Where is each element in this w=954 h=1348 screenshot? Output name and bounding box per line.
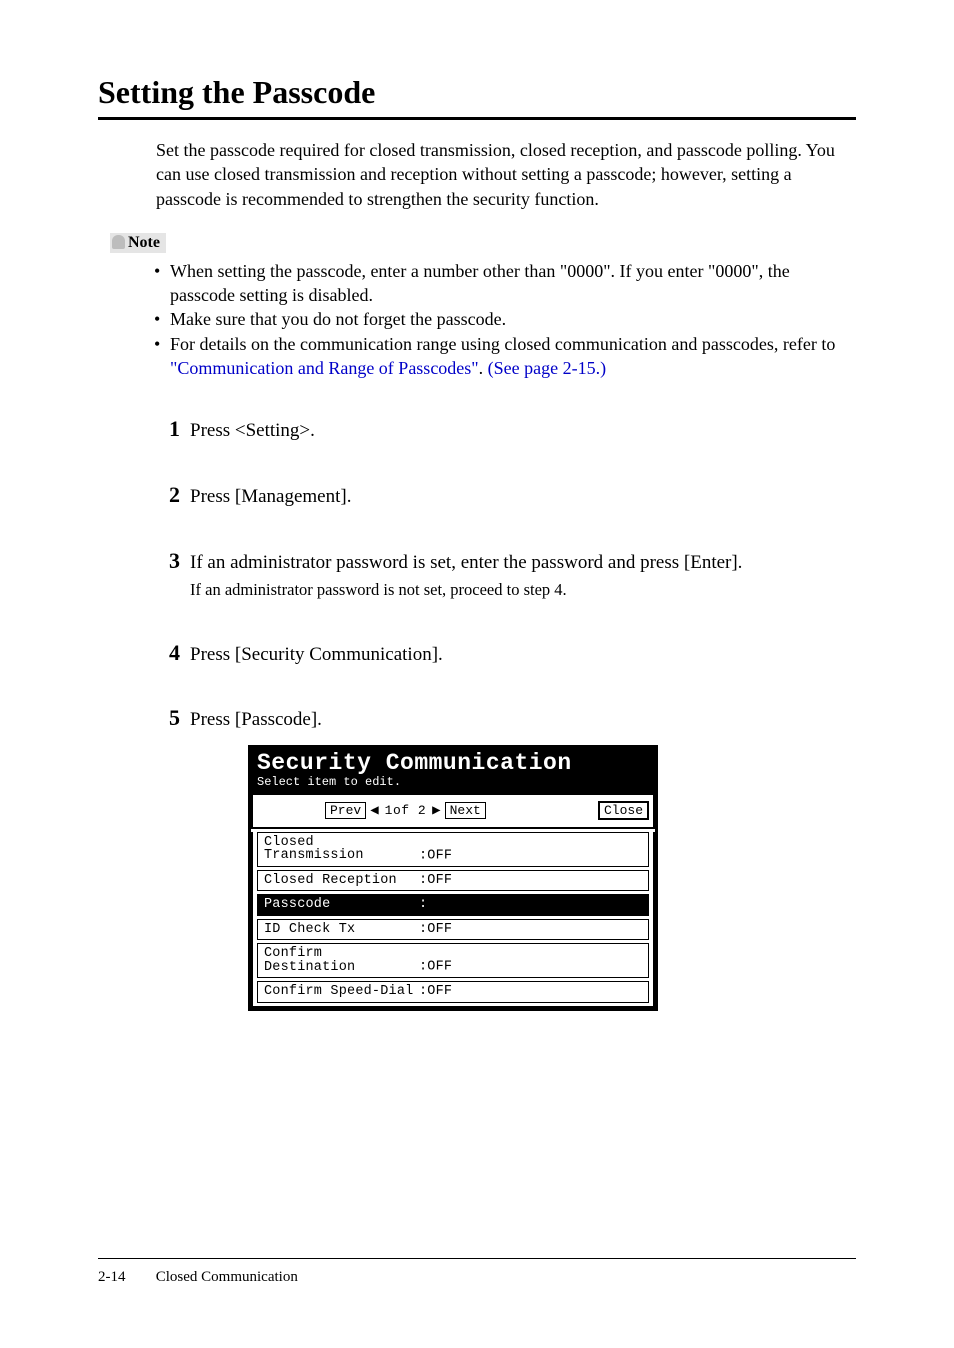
step: 4 Press [Security Communication]. (156, 640, 856, 668)
page-footer: 2-14 Closed Communication (98, 1258, 856, 1286)
menu-item-confirm-speed-dial[interactable]: Confirm Speed-Dial:OFF (257, 981, 649, 1003)
menu-label: Passcode (264, 898, 419, 912)
cross-reference-link[interactable]: "Communication and Range of Passcodes" (170, 358, 479, 378)
lcd-menu-list: Closed Transmission:OFF Closed Reception… (251, 832, 655, 1008)
step-text: If an administrator password is set, ent… (190, 550, 742, 576)
note-label-text: Note (128, 234, 160, 251)
note-item: For details on the communication range u… (170, 332, 856, 381)
step-subtext: If an administrator password is not set,… (190, 579, 742, 601)
step: 5 Press [Passcode]. (156, 705, 856, 733)
menu-label: Confirm Speed-Dial (264, 985, 419, 999)
menu-item-closed-transmission[interactable]: Closed Transmission:OFF (257, 832, 649, 867)
menu-value: :OFF (419, 873, 452, 888)
menu-value: :OFF (419, 848, 452, 863)
page-reference-link[interactable]: (See page 2-15.) (488, 358, 606, 378)
page-title: Setting the Passcode (98, 74, 856, 111)
step-number: 4 (156, 640, 180, 666)
menu-label: Confirm Destination (264, 947, 419, 974)
lcd-toolbar: Prev ◀ 1of 2 ▶ Next Close (251, 795, 655, 829)
step: 3 If an administrator password is set, e… (156, 548, 856, 602)
menu-label: Closed Reception (264, 874, 419, 888)
step-number: 5 (156, 705, 180, 731)
menu-item-confirm-destination[interactable]: Confirm Destination:OFF (257, 943, 649, 978)
note-heading: Note (110, 233, 856, 253)
menu-item-closed-reception[interactable]: Closed Reception:OFF (257, 870, 649, 892)
lcd-screenshot: Security Communication Select item to ed… (248, 745, 658, 1011)
note-list: When setting the passcode, enter a numbe… (170, 259, 856, 380)
step-text: Press <Setting>. (190, 418, 315, 444)
note-text: . (479, 358, 488, 378)
intro-paragraph: Set the passcode required for closed tra… (156, 138, 856, 211)
next-button[interactable]: Next (445, 802, 486, 819)
menu-value: :OFF (419, 922, 452, 937)
document-page: Setting the Passcode Set the passcode re… (0, 0, 954, 1348)
step-number: 1 (156, 416, 180, 442)
close-button[interactable]: Close (598, 801, 649, 820)
prev-button[interactable]: Prev (325, 802, 366, 819)
menu-label: ID Check Tx (264, 923, 419, 937)
note-item: Make sure that you do not forget the pas… (170, 307, 856, 331)
lcd-header: Security Communication Select item to ed… (251, 748, 655, 795)
step-number: 2 (156, 482, 180, 508)
arrow-left-icon: ◀ (370, 804, 378, 818)
step-number: 3 (156, 548, 180, 574)
note-icon (112, 235, 125, 249)
step-list: 1 Press <Setting>. 2 Press [Management].… (156, 416, 856, 1010)
title-rule (98, 117, 856, 120)
menu-value: : (419, 897, 427, 912)
step-text: Press [Security Communication]. (190, 642, 443, 668)
section-name: Closed Communication (156, 1269, 298, 1285)
menu-label: Closed Transmission (264, 836, 419, 863)
page-number: 2-14 (98, 1269, 152, 1286)
step-text: Press [Passcode]. (190, 707, 322, 733)
menu-item-id-check-tx[interactable]: ID Check Tx:OFF (257, 919, 649, 941)
step: 2 Press [Management]. (156, 482, 856, 510)
lcd-title: Security Communication (257, 752, 649, 775)
note-text: For details on the communication range u… (170, 334, 835, 354)
menu-value: :OFF (419, 984, 452, 999)
menu-item-passcode[interactable]: Passcode: (257, 894, 649, 916)
note-item: When setting the passcode, enter a numbe… (170, 259, 856, 308)
menu-value: :OFF (419, 960, 452, 975)
page-indicator: 1of 2 (385, 804, 427, 817)
lcd-subtitle: Select item to edit. (257, 775, 401, 789)
step-text: Press [Management]. (190, 484, 351, 510)
arrow-right-icon: ▶ (432, 804, 440, 818)
step: 1 Press <Setting>. (156, 416, 856, 444)
